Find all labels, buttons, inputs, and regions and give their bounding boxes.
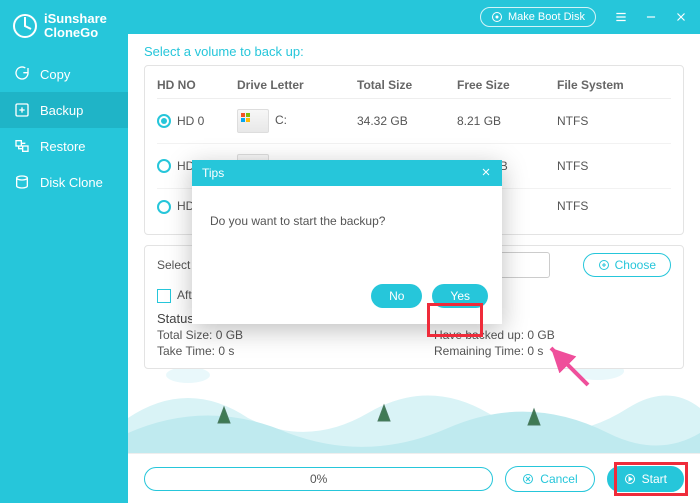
menu-button[interactable] bbox=[608, 4, 634, 30]
start-button[interactable]: Start bbox=[607, 466, 684, 492]
sidebar-item-copy[interactable]: Copy bbox=[0, 56, 128, 92]
sidebar-item-restore[interactable]: Restore bbox=[0, 128, 128, 164]
dialog-footer: No Yes bbox=[192, 276, 502, 324]
col-hd: HD NO bbox=[157, 78, 237, 92]
after-checkbox[interactable] bbox=[157, 289, 171, 303]
make-boot-disk-button[interactable]: Make Boot Disk bbox=[480, 7, 596, 27]
volumes-title: Select a volume to back up: bbox=[144, 44, 684, 59]
minimize-button[interactable] bbox=[638, 4, 664, 30]
start-label: Start bbox=[642, 472, 667, 486]
cell-total: 34.32 GB bbox=[357, 114, 457, 128]
dialog-body: Do you want to start the backup? bbox=[192, 186, 502, 276]
dialog-title: Tips bbox=[202, 166, 224, 180]
cancel-button[interactable]: Cancel bbox=[505, 466, 594, 492]
dialog-no-button[interactable]: No bbox=[371, 284, 422, 308]
app-logo: iSunshare CloneGo bbox=[0, 0, 128, 56]
close-button[interactable] bbox=[668, 4, 694, 30]
play-icon bbox=[624, 473, 636, 485]
cell-fs: NTFS bbox=[557, 159, 657, 173]
status-total: Total Size: 0 GB bbox=[157, 328, 394, 342]
dialog-yes-button[interactable]: Yes bbox=[432, 284, 488, 308]
dialog-header: Tips bbox=[192, 160, 502, 186]
logo-text: iSunshare CloneGo bbox=[44, 12, 107, 40]
sidebar-item-label: Backup bbox=[40, 103, 83, 118]
dialog-close-button[interactable] bbox=[480, 166, 492, 180]
table-row[interactable]: HD 0 C: 34.32 GB 8.21 GB NTFS bbox=[157, 99, 671, 144]
logo-line2: CloneGo bbox=[44, 26, 107, 40]
plus-icon bbox=[598, 259, 610, 271]
sidebar-item-label: Disk Clone bbox=[40, 175, 103, 190]
copy-icon bbox=[14, 66, 30, 82]
progress-bar: 0% bbox=[144, 467, 493, 491]
hills-decoration bbox=[128, 363, 700, 453]
drive-icon bbox=[237, 109, 269, 133]
radio-icon[interactable] bbox=[157, 114, 171, 128]
sidebar: iSunshare CloneGo Copy Backup Restore Di… bbox=[0, 0, 128, 503]
footer: 0% Cancel Start bbox=[128, 453, 700, 503]
choose-button[interactable]: Choose bbox=[583, 253, 671, 277]
cell-fs: NTFS bbox=[557, 199, 657, 213]
sidebar-item-backup[interactable]: Backup bbox=[0, 92, 128, 128]
cell-hd: HD 0 bbox=[177, 114, 204, 128]
cell-fs: NTFS bbox=[557, 114, 657, 128]
logo-icon bbox=[12, 13, 38, 39]
cancel-icon bbox=[522, 473, 534, 485]
radio-icon[interactable] bbox=[157, 159, 171, 173]
progress-percent: 0% bbox=[310, 472, 327, 486]
cancel-label: Cancel bbox=[540, 472, 577, 486]
sidebar-item-label: Copy bbox=[40, 67, 70, 82]
make-boot-label: Make Boot Disk bbox=[508, 11, 585, 23]
sidebar-item-label: Restore bbox=[40, 139, 86, 154]
col-letter: Drive Letter bbox=[237, 78, 357, 92]
disk-icon bbox=[491, 11, 503, 23]
sidebar-item-disk-clone[interactable]: Disk Clone bbox=[0, 164, 128, 200]
volumes-header: HD NO Drive Letter Total Size Free Size … bbox=[157, 72, 671, 99]
disk-clone-icon bbox=[14, 174, 30, 190]
col-fs: File System bbox=[557, 78, 657, 92]
radio-icon[interactable] bbox=[157, 200, 171, 214]
restore-icon bbox=[14, 138, 30, 154]
status-backed: Have backed up: 0 GB bbox=[434, 328, 671, 342]
backup-icon bbox=[14, 102, 30, 118]
col-free: Free Size bbox=[457, 78, 557, 92]
status-remain: Remaining Time: 0 s bbox=[434, 344, 671, 358]
tips-dialog: Tips Do you want to start the backup? No… bbox=[192, 160, 502, 324]
cell-letter: C: bbox=[275, 113, 287, 127]
dialog-message: Do you want to start the backup? bbox=[210, 214, 385, 228]
col-total: Total Size bbox=[357, 78, 457, 92]
status-take: Take Time: 0 s bbox=[157, 344, 394, 358]
app-window: iSunshare CloneGo Copy Backup Restore Di… bbox=[0, 0, 700, 503]
choose-label: Choose bbox=[615, 258, 656, 272]
titlebar: Make Boot Disk bbox=[128, 0, 700, 34]
close-icon bbox=[480, 166, 492, 178]
cell-free: 8.21 GB bbox=[457, 114, 557, 128]
logo-line1: iSunshare bbox=[44, 12, 107, 26]
